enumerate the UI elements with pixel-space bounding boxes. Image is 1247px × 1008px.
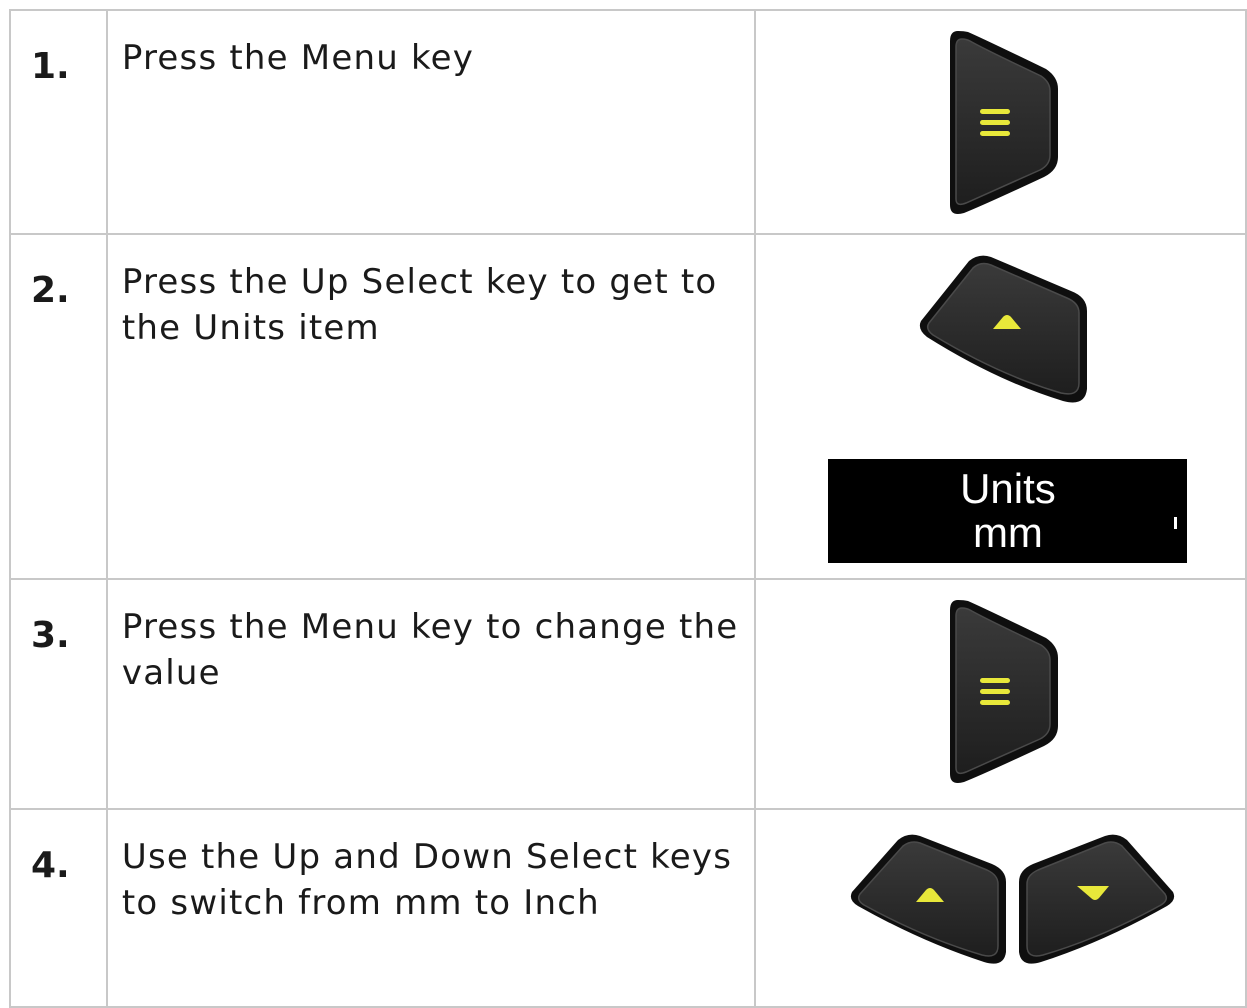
down-select-key-icon bbox=[1019, 834, 1175, 964]
step-number: 1. bbox=[31, 46, 70, 87]
step-row-2: 2. Press the Up Select key to get to the… bbox=[9, 233, 1247, 580]
step-row-4: 4. Use the Up and Down Select keys to sw… bbox=[9, 808, 1247, 1008]
step-row-1: 1. Press the Menu key bbox=[9, 9, 1247, 235]
display-line-2: mm bbox=[972, 509, 1043, 556]
step-text: Press the Menu key to change the value bbox=[121, 607, 739, 693]
step-text: Use the Up and Down Select keys to switc… bbox=[121, 837, 733, 923]
step-number: 2. bbox=[31, 270, 70, 311]
units-display: Units mm bbox=[828, 459, 1188, 563]
display-tick-mark bbox=[1174, 517, 1178, 529]
step-number: 4. bbox=[31, 845, 70, 886]
up-select-key-icon bbox=[851, 834, 1007, 964]
step-text: Press the Menu key bbox=[121, 38, 475, 78]
menu-key-icon bbox=[950, 31, 1059, 214]
step-text: Press the Up Select key to get to the Un… bbox=[121, 262, 718, 348]
display-line-1: Units bbox=[960, 465, 1056, 512]
instruction-table: 1. Press the Menu key 2. Press the Up Se… bbox=[9, 9, 1247, 1008]
step-number: 3. bbox=[31, 615, 70, 656]
menu-key-icon bbox=[950, 600, 1059, 783]
up-select-key-icon bbox=[920, 255, 1088, 403]
step-row-3: 3. Press the Menu key to change the valu… bbox=[9, 578, 1247, 810]
